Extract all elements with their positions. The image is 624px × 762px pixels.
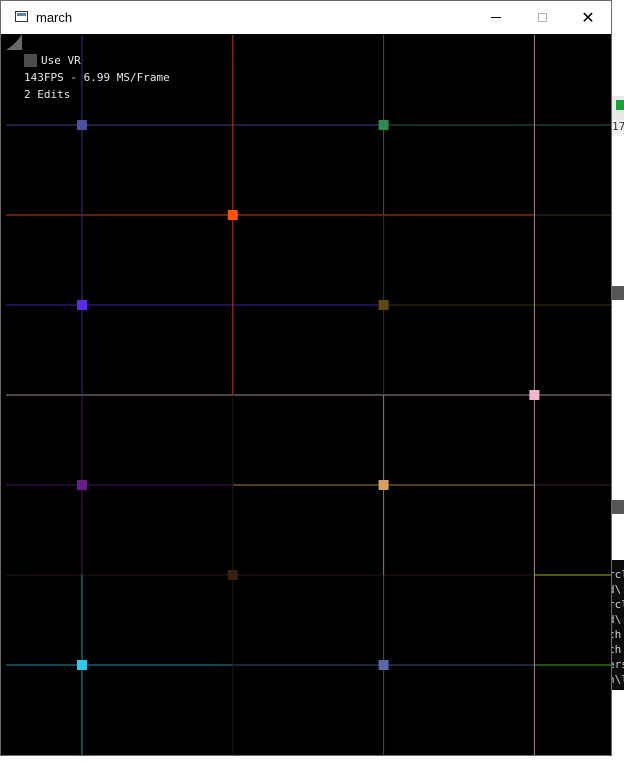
grid-node[interactable] [378,300,389,310]
use-vr-label: Use VR [41,54,81,67]
grid-node[interactable] [227,570,238,580]
background-app-icon [616,100,624,110]
close-button[interactable]: ✕ [565,1,611,34]
grid-node[interactable] [77,120,87,130]
grid-node[interactable] [378,480,389,490]
edits-count: 2 Edits [24,88,71,101]
title-bar[interactable]: march ✕ [1,1,611,34]
background-scroll-fragment [612,286,624,300]
background-scroll-fragment [612,500,624,514]
window-app-icon [15,11,28,22]
background-window-fragment [612,96,624,120]
grid-node[interactable] [529,390,540,400]
grid-node[interactable] [77,660,87,670]
fps-readout: 143FPS - 6.99 MS/Frame [24,71,170,84]
maximize-button[interactable] [519,1,565,34]
grid-node[interactable] [77,480,87,490]
use-vr-checkbox[interactable] [24,54,37,67]
minimize-icon [491,17,501,18]
background-text-fragment: 17 [612,120,624,136]
grid-node[interactable] [77,300,87,310]
grid-node[interactable] [227,210,238,220]
close-icon: ✕ [581,7,595,27]
app-window: march ✕ Use VR 143FPS - 6.99 MS/Frame 2 … [0,0,612,756]
minimize-button[interactable] [473,1,519,34]
debug-overlay: Use VR 143FPS - 6.99 MS/Frame 2 Edits [24,52,170,103]
grid-node[interactable] [378,120,389,130]
maximize-icon [537,13,547,22]
window-title: march [36,10,73,25]
scene-canvas[interactable] [6,34,611,755]
render-viewport[interactable]: Use VR 143FPS - 6.99 MS/Frame 2 Edits [6,34,611,755]
overlay-resize-grip[interactable] [6,34,22,50]
grid-node[interactable] [378,660,389,670]
